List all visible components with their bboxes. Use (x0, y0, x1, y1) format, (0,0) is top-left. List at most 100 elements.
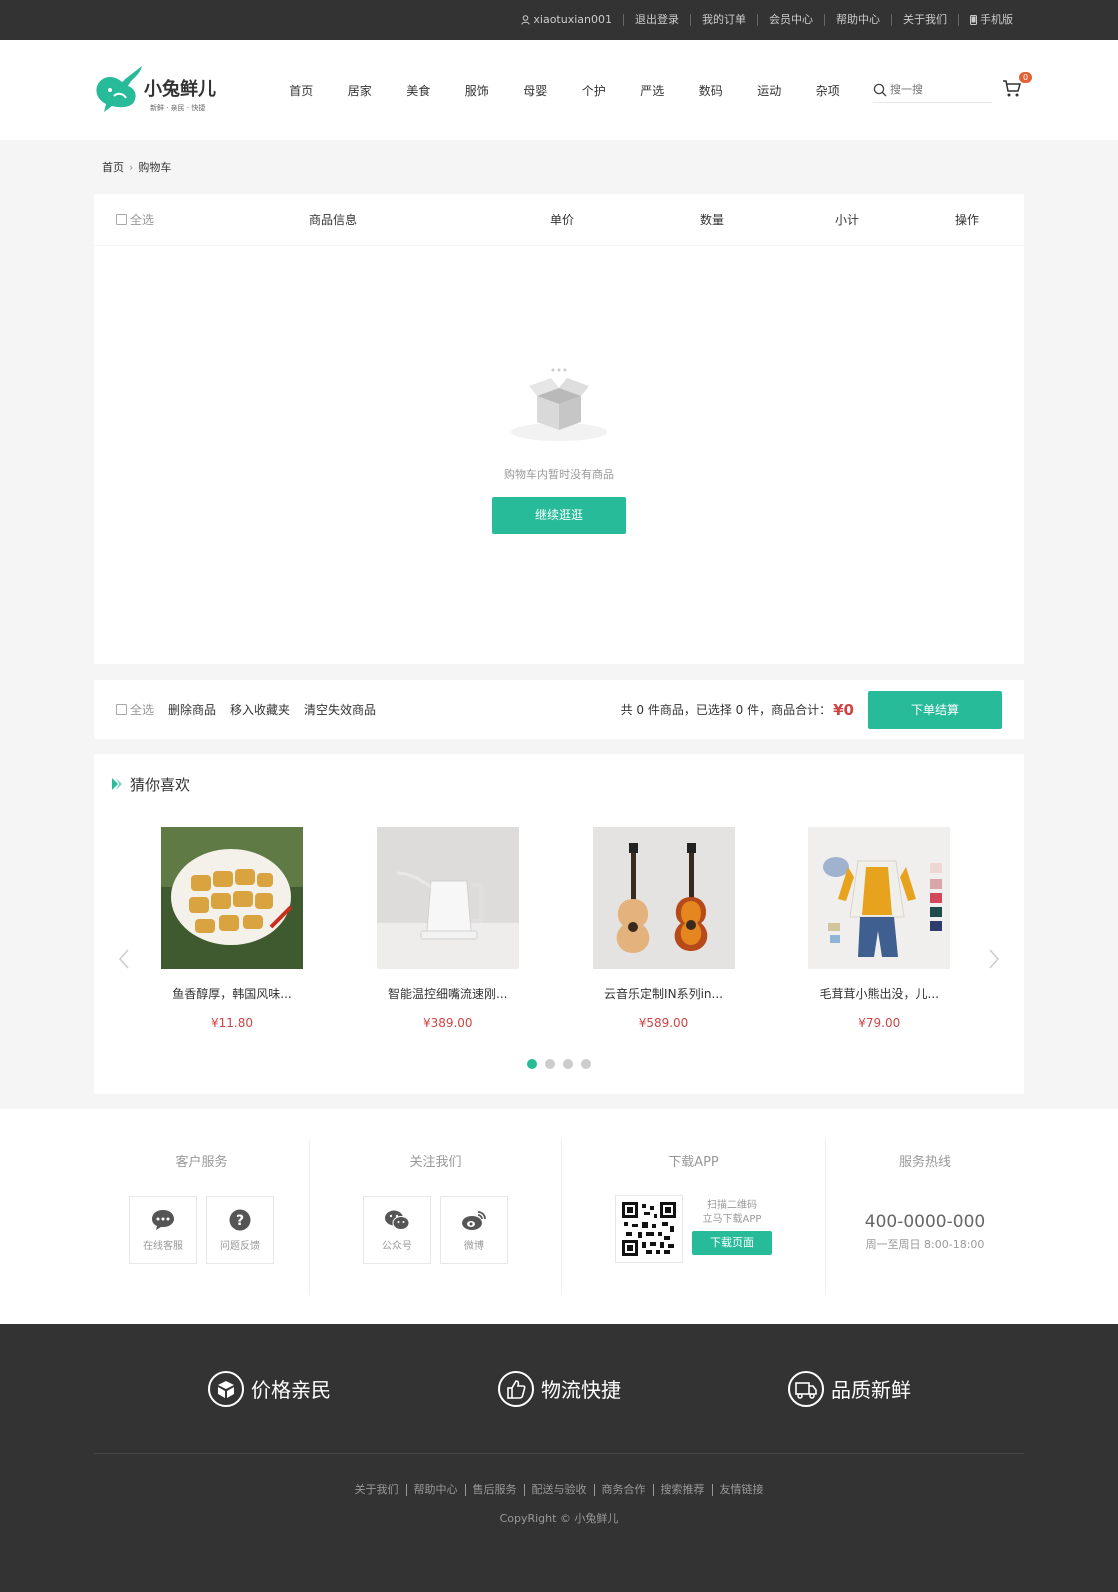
carousel-dot-active[interactable] (527, 1059, 537, 1069)
member-center-link[interactable]: 会员中心 (757, 14, 824, 26)
carousel-dot[interactable] (581, 1059, 591, 1069)
search-input[interactable] (890, 83, 990, 96)
recommend-item-name[interactable]: 智能温控细嘴流速刚... (377, 985, 519, 1002)
breadcrumb-home[interactable]: 首页 (102, 159, 124, 175)
my-orders-link[interactable]: 我的订单 (690, 14, 757, 26)
online-service-label: 在线客服 (143, 1240, 183, 1252)
footer-link-search[interactable]: 搜索推荐 (652, 1484, 712, 1496)
recommend-item[interactable]: 鱼香醇厚，韩国风味... ¥11.80 (161, 827, 377, 1030)
user-link[interactable]: xiaotuxian001 (510, 14, 623, 26)
breadcrumb-current: 购物车 (138, 161, 172, 174)
kettle-photo[interactable] (376, 827, 519, 969)
empty-cart: 购物车内暂时没有商品 继续逛逛 (94, 246, 1024, 664)
footer-link-help[interactable]: 帮助中心 (405, 1484, 465, 1496)
cart-button[interactable]: 0 (1002, 72, 1032, 102)
clear-invalid-link[interactable]: 清空失效商品 (304, 701, 376, 718)
col-unit-price: 单价 (549, 213, 574, 227)
feedback-button[interactable]: ? 问题反馈 (206, 1196, 274, 1264)
bottom-footer: 价格亲民 物流快捷 品质新鲜 关于我们 帮助中心 售后服务 配送与验收 商务合作… (0, 1324, 1118, 1592)
select-all-bottom-label: 全选 (130, 703, 155, 717)
footer-link-business[interactable]: 商务合作 (593, 1484, 653, 1496)
nav-sports[interactable]: 运动 (740, 82, 799, 99)
carousel-prev-arrow-icon[interactable] (116, 944, 132, 974)
recommend-item-price: ¥11.80 (211, 1016, 253, 1030)
carousel-dot[interactable] (545, 1059, 555, 1069)
nav-home-living[interactable]: 居家 (331, 82, 390, 99)
empty-box-icon (511, 368, 607, 441)
continue-shopping-button[interactable]: 继续逛逛 (492, 497, 626, 534)
about-us-link[interactable]: 关于我们 (891, 14, 958, 26)
select-all-bottom-checkbox[interactable] (116, 704, 127, 715)
guitar-photo[interactable] (592, 827, 735, 969)
feedback-label: 问题反馈 (220, 1240, 260, 1252)
follow-us-title: 关注我们 (409, 1155, 462, 1170)
diamond-icon (112, 778, 122, 790)
footer-link-delivery[interactable]: 配送与验收 (523, 1484, 594, 1496)
cart-count-badge: 0 (1019, 72, 1032, 83)
recommend-item-name[interactable]: 云音乐定制IN系列in... (593, 985, 735, 1002)
select-all-bottom[interactable]: 全选 (116, 701, 154, 718)
search-icon[interactable] (873, 83, 887, 97)
skewers-photo[interactable] (161, 827, 303, 969)
logout-link[interactable]: 退出登录 (623, 14, 690, 26)
delete-items-link[interactable]: 删除商品 (168, 701, 216, 718)
cart-table-header: 全选 商品信息 单价 数量 小计 操作 (94, 194, 1024, 246)
recommend-item[interactable]: 智能温控细嘴流速刚... ¥389.00 (376, 827, 593, 1030)
weibo-button[interactable]: 微博 (440, 1196, 508, 1264)
wechat-button[interactable]: 公众号 (363, 1196, 431, 1264)
recommend-item-name[interactable]: 鱼香醇厚，韩国风味... (161, 985, 303, 1002)
footer-link-after-sales[interactable]: 售后服务 (464, 1484, 524, 1496)
follow-us-col: 关注我们 公众号 微博 (310, 1139, 562, 1294)
wechat-icon (385, 1210, 410, 1230)
hotline-title: 服务热线 (898, 1155, 951, 1170)
footer-link-about[interactable]: 关于我们 (348, 1484, 406, 1496)
recommend-item[interactable]: 云音乐定制IN系列in... ¥589.00 (592, 827, 809, 1030)
cart-summary-text: 共 0 件商品，已选择 0 件，商品合计： (620, 703, 832, 717)
select-all-checkbox[interactable] (116, 214, 127, 225)
recommend-item-price: ¥79.00 (858, 1016, 901, 1030)
online-service-button[interactable]: 在线客服 (129, 1196, 197, 1264)
nav-clothing[interactable]: 服饰 (448, 82, 507, 99)
main-content: 首页 › 购物车 全选 商品信息 单价 数量 小计 操作 购物车内暂时没有商品 … (94, 140, 1024, 1094)
carousel-next-arrow-icon[interactable] (986, 944, 1002, 974)
header: 小兔鲜儿 新鲜 · 亲民 · 快捷 首页 居家 美食 服饰 母婴 个护 严选 数… (0, 40, 1118, 140)
recommend-item-name[interactable]: 毛茸茸小熊出没，儿... (808, 985, 950, 1002)
select-all-label: 全选 (130, 213, 155, 227)
service-footer: 客户服务 在线客服 ? 问题反馈 关注我们 公众号 微博 下载APP 扫描二维码… (0, 1109, 1118, 1324)
price-box-icon (208, 1370, 244, 1407)
footer-link-friends[interactable]: 友情链接 (711, 1484, 771, 1496)
carousel-dot[interactable] (563, 1059, 573, 1069)
mobile-link[interactable]: 手机版 (958, 14, 1024, 26)
nav-digital[interactable]: 数码 (682, 82, 741, 99)
move-to-favorites-link[interactable]: 移入收藏夹 (230, 701, 290, 718)
search-box (873, 77, 992, 103)
hotline-col: 服务热线 400-0000-000 周一至周日 8:00-18:00 (826, 1139, 1024, 1294)
select-all-header[interactable]: 全选 (94, 211, 224, 228)
promise-logistics: 物流快捷 (497, 1370, 621, 1408)
nav-selection[interactable]: 严选 (623, 82, 682, 99)
cart-action-bar: 全选 删除商品 移入收藏夹 清空失效商品 共 0 件商品，已选择 0 件，商品合… (94, 680, 1024, 739)
chat-bubble-icon (152, 1209, 174, 1230)
checkout-button[interactable]: 下单结算 (868, 690, 1002, 729)
username: xiaotuxian001 (533, 13, 612, 26)
help-center-link[interactable]: 帮助中心 (824, 14, 891, 26)
recommend-list: 鱼香醇厚，韩国风味... ¥11.80 智能温控细嘴流速刚... ¥389.00 (94, 827, 1024, 1030)
qr-download-text: 立马下载APP (702, 1214, 762, 1225)
promise-bar: 价格亲民 物流快捷 品质新鲜 (94, 1324, 1024, 1454)
brand-logo[interactable]: 小兔鲜儿 新鲜 · 亲民 · 快捷 (94, 62, 246, 118)
col-subtotal: 小计 (834, 213, 859, 227)
nav-misc[interactable]: 杂项 (799, 82, 858, 99)
cart-total: ¥0 (833, 700, 854, 719)
kids-clothes-photo[interactable] (808, 827, 951, 969)
download-app-title: 下载APP (668, 1155, 719, 1170)
nav-food[interactable]: 美食 (389, 82, 448, 99)
nav-personal-care[interactable]: 个护 (565, 82, 624, 99)
qr-scan-text: 扫描二维码 (707, 1200, 757, 1211)
recommend-item[interactable]: 毛茸茸小熊出没，儿... ¥79.00 (808, 827, 1024, 1030)
nav-baby[interactable]: 母婴 (506, 82, 565, 99)
brand-slogan: 新鲜 · 亲民 · 快捷 (150, 103, 205, 112)
download-page-button[interactable]: 下载页面 (692, 1231, 772, 1255)
chevron-right-icon: › (129, 160, 134, 174)
mobile-label: 手机版 (980, 13, 1013, 26)
nav-home[interactable]: 首页 (272, 82, 331, 99)
